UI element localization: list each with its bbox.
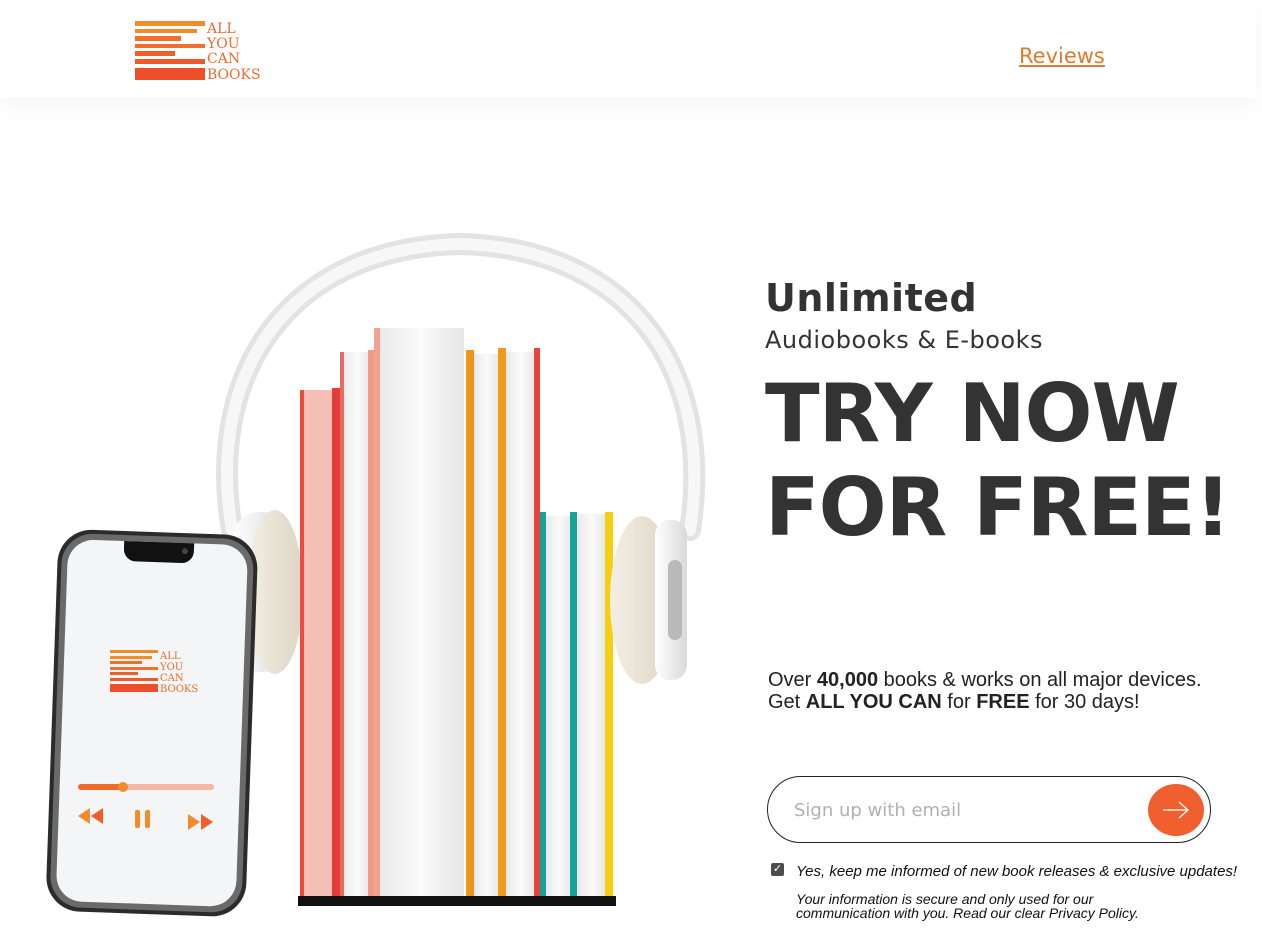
phone-logo-line-4: BOOKS: [160, 684, 198, 694]
desc-brand: ALL YOU CAN: [805, 691, 942, 713]
headline-subtitle: Audiobooks & E-books: [765, 326, 1044, 354]
audio-progress-fill: [78, 784, 123, 790]
logo-line-4: BOOKS: [207, 67, 261, 82]
brand-logo-icon: ALL YOU CAN BOOKS: [135, 21, 261, 83]
rewind-icon[interactable]: [76, 806, 106, 826]
site-header: ALL YOU CAN BOOKS Reviews: [0, 0, 1256, 98]
phone-logo-line-3: CAN: [160, 673, 184, 684]
headline-cta-line-1: TRY NOW: [765, 367, 1180, 460]
nav-reviews-link[interactable]: Reviews: [1019, 44, 1105, 68]
offer-description: Over 40,000 books & works on all major d…: [768, 669, 1208, 713]
headline-unlimited: Unlimited: [765, 276, 978, 320]
logo-line-3: CAN: [207, 51, 240, 67]
arrow-right-icon: [1163, 801, 1189, 819]
privacy-line-2: communication with you. Read our clear P…: [796, 905, 1139, 921]
desc-free: FREE: [976, 691, 1030, 713]
headline-cta-line-2: FOR FREE!: [765, 461, 1231, 554]
phone-logo-line-2: YOU: [159, 662, 183, 673]
logo-line-1: ALL: [206, 21, 236, 37]
books-headphones-image: [46, 232, 706, 917]
hero-illustration: ALL YOU CAN BOOKS: [0, 230, 740, 930]
desc-text: for 30 days!: [1029, 691, 1140, 713]
desc-count: 40,000: [816, 669, 879, 691]
audio-progress-knob[interactable]: [117, 782, 128, 792]
desc-text: Over: [768, 669, 817, 691]
phone-logo-icon: ALL YOU CAN BOOKS: [110, 650, 198, 694]
email-input[interactable]: [792, 797, 1136, 823]
privacy-line-1: Your information is secure and only used…: [796, 891, 1094, 907]
audio-progress-bar[interactable]: [78, 782, 214, 792]
desc-text: books & works on all major devices.: [878, 669, 1202, 691]
brand-logo[interactable]: ALL YOU CAN BOOKS: [135, 18, 275, 83]
phone-logo-line-1: ALL: [159, 651, 181, 662]
fast-forward-icon[interactable]: [186, 812, 216, 832]
submit-button[interactable]: [1148, 784, 1204, 836]
headline-cta: TRY NOW FOR FREE!: [765, 367, 1245, 555]
desc-text: Get: [768, 691, 806, 713]
privacy-note: Your information is secure and only used…: [796, 892, 1196, 920]
consent-label: Yes, keep me informed of new book releas…: [796, 863, 1238, 880]
consent-checkbox[interactable]: ✓: [771, 863, 784, 876]
hero-text: Unlimited Audiobooks & E-books TRY NOW F…: [765, 275, 1245, 555]
pause-icon[interactable]: [133, 808, 153, 830]
desc-text: for: [941, 691, 977, 713]
logo-line-2: YOU: [206, 36, 240, 52]
signup-form: [767, 776, 1211, 843]
